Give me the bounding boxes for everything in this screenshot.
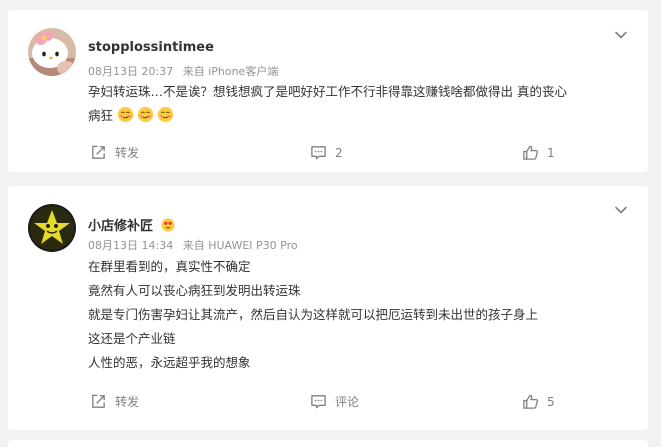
comment-line: 竟然有人可以丧心病狂到发明出转运珠 [88,283,301,298]
comment-line: 这还是个产业链 [88,331,176,346]
avatar[interactable] [28,204,76,252]
chevron-down-icon[interactable] [614,27,628,41]
share-button[interactable]: 转发 [90,393,139,410]
share-icon [92,145,105,159]
like-button[interactable]: 5 [522,393,555,410]
heart-eyes-emoji-icon [160,218,175,232]
comment-label: 评论 [335,395,360,409]
username[interactable]: stopplossintimee [88,40,214,55]
comment-button[interactable]: 2 [310,144,343,161]
thumbs-up-icon [523,145,539,160]
comment-actions: 转发 评论 5 [8,393,648,413]
comment-icon [311,146,326,160]
comment-source: 来自 HUAWEI P30 Pro [182,239,298,252]
comment-card: 小店修补匠 08月13日 14:34 来自 HUAWEI P30 Pro 在群里… [8,186,648,430]
comment-button[interactable]: 评论 [310,393,359,410]
comment-card [8,440,648,447]
comment-date: 08月13日 20:37 [88,65,174,78]
comment-meta: 08月13日 14:34 来自 HUAWEI P30 Pro [88,237,304,253]
comment-text: 孕妇转运珠…不是诶？想钱想疯了是吧好好工作不行非得靠这赚钱啥都做得出 真的丧心 … [88,80,628,128]
comment-line: 就是专门伤害孕妇让其流产，然后自认为这样就可以把厄运转到未出世的孩子身上 [88,307,539,322]
smirk-emoji-icon [157,106,174,123]
share-label: 转发 [115,395,140,409]
avatar[interactable] [28,28,76,76]
comment-line-with-emoji: 病狂 [88,104,628,128]
share-button[interactable]: 转发 [90,144,139,161]
like-button[interactable]: 1 [522,144,555,161]
comment-date: 08月13日 14:34 [88,239,174,252]
comment-text: 在群里看到的，真实性不确定 竟然有人可以丧心病狂到发明出转运珠 就是专门伤害孕妇… [88,255,628,375]
comment-line: 病狂 [88,108,114,123]
comment-count: 2 [335,145,343,160]
comment-icon [311,395,326,409]
like-count: 1 [547,145,555,160]
share-label: 转发 [115,146,140,160]
smirk-emoji-icon [117,106,134,123]
username[interactable]: 小店修补匠 [88,215,175,234]
comment-card: stopplossintimee 08月13日 20:37 来自 iPhone客… [8,10,648,172]
comment-line: 人性的恶，永远超乎我的想象 [88,355,251,370]
thumbs-up-icon [523,394,539,409]
username-text: 小店修补匠 [88,219,154,234]
chevron-down-icon[interactable] [614,202,628,216]
smirk-emoji-icon [137,106,154,123]
comment-source: 来自 iPhone客户端 [182,65,279,78]
comment-actions: 转发 2 1 [8,144,648,164]
comment-meta: 08月13日 20:37 来自 iPhone客户端 [88,63,284,79]
comment-line: 在群里看到的，真实性不确定 [88,259,251,274]
like-count: 5 [547,394,555,409]
comment-line: 孕妇转运珠…不是诶？想钱想疯了是吧好好工作不行非得靠这赚钱啥都做得出 真的丧心 [88,84,567,99]
share-icon [92,394,105,408]
